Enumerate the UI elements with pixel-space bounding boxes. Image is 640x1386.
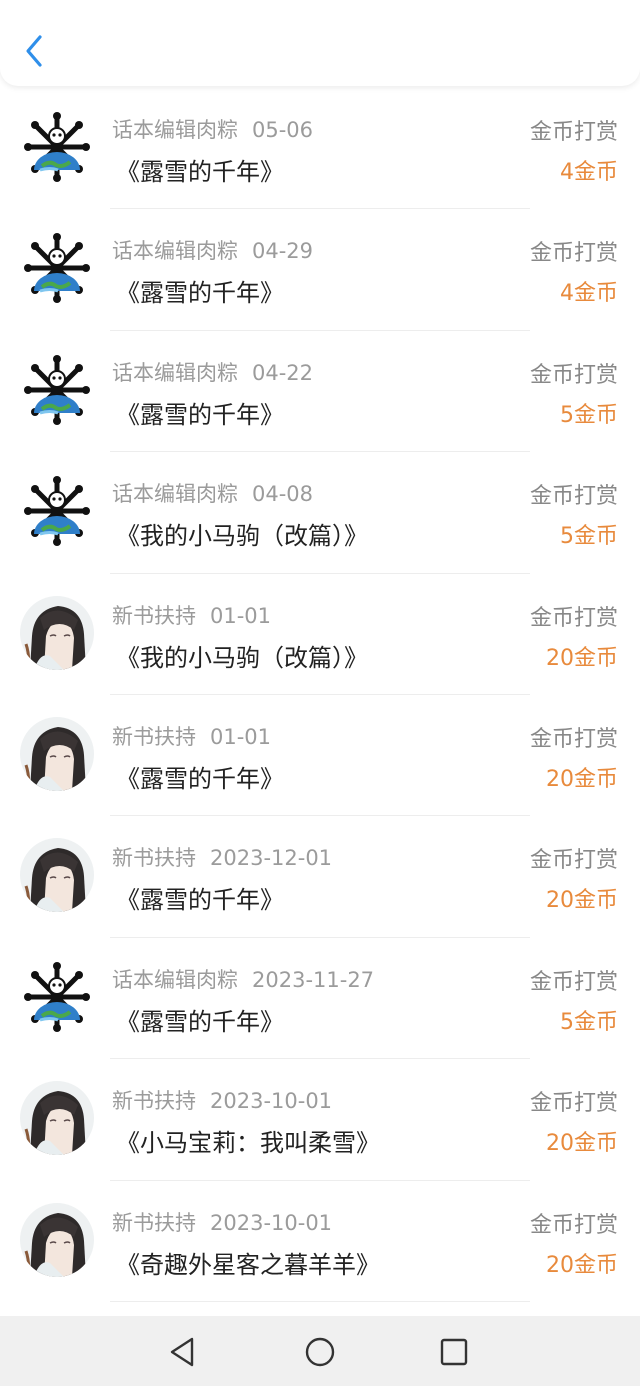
list-item[interactable]: 话本编辑肉粽 04-08 《我的小马驹（改篇）》 金币打赏 5金币 (0, 452, 640, 574)
sender-name: 新书扶持 (112, 724, 196, 749)
book-title: 《露雪的千年》 (116, 279, 284, 308)
list-item[interactable]: 话本编辑肉粽 2023-11-27 《露雪的千年》 金币打赏 5金币 (0, 938, 640, 1060)
divider (110, 1300, 530, 1302)
reward-amount: 5金币 (560, 524, 618, 550)
reward-date: 04-08 (252, 482, 314, 507)
reward-meta: 话本编辑肉粽 04-08 (112, 478, 313, 508)
reward-date: 2023-11-27 (252, 967, 375, 992)
back-button[interactable] (14, 28, 54, 74)
list-item[interactable]: 新书扶持 2023-10-01 《奇趣外星客之暮羊羊》 金币打赏 20金币 (0, 1181, 640, 1302)
reward-meta: 新书扶持 2023-10-01 (112, 1085, 332, 1115)
reward-type: 金币打赏 (529, 484, 618, 510)
reward-history-page: 话本编辑肉粽 05-06 《露雪的千年》 金币打赏 4金币 话本编辑肉粽 04-29… (0, 0, 640, 1386)
reward-amount: 20金币 (546, 645, 618, 671)
reward-amount: 5金币 (560, 402, 618, 428)
list-item[interactable]: 新书扶持 2023-10-01 《小马宝莉：我叫柔雪》 金币打赏 20金币 (0, 1059, 640, 1181)
anime-portrait-avatar (20, 838, 94, 913)
anime-portrait-avatar (20, 595, 94, 670)
reward-meta: 话本编辑肉粽 2023-11-27 (112, 964, 374, 994)
system-recents-button[interactable] (436, 1334, 472, 1370)
reward-meta: 新书扶持 01-01 (112, 721, 271, 751)
system-home-button[interactable] (302, 1334, 338, 1370)
skull-globe-avatar (20, 474, 94, 549)
reward-amount: 4金币 (560, 281, 618, 307)
anime-portrait-avatar (20, 1081, 94, 1156)
reward-date: 04-29 (252, 239, 314, 264)
reward-date: 2023-12-01 (210, 846, 333, 871)
reward-type: 金币打赏 (529, 120, 618, 145)
sender-name: 话本编辑肉粽 (112, 967, 238, 992)
reward-amount: 20金币 (546, 888, 618, 914)
list-item[interactable]: 新书扶持 2023-12-01 《露雪的千年》 金币打赏 20金币 (0, 816, 640, 938)
book-title: 《我的小马驹（改篇）》 (116, 643, 368, 672)
reward-type: 金币打赏 (529, 1091, 618, 1117)
system-back-button[interactable] (164, 1334, 200, 1370)
book-title: 《我的小马驹（改篇）》 (116, 522, 368, 551)
skull-globe-avatar (20, 352, 94, 427)
reward-type: 金币打赏 (529, 605, 618, 631)
book-title: 《露雪的千年》 (116, 764, 284, 793)
sender-name: 新书扶持 (112, 1210, 196, 1235)
reward-amount: 20金币 (546, 1252, 618, 1278)
reward-type: 金币打赏 (529, 969, 618, 995)
reward-amount: 4金币 (560, 160, 618, 185)
sender-name: 新书扶持 (112, 1089, 196, 1114)
list-item[interactable]: 话本编辑肉粽 05-06 《露雪的千年》 金币打赏 4金币 (0, 88, 640, 210)
sender-name: 话本编辑肉粽 (112, 360, 238, 385)
reward-meta: 话本编辑肉粽 04-22 (112, 357, 313, 387)
book-title: 《露雪的千年》 (116, 1007, 284, 1036)
reward-meta: 新书扶持 2023-10-01 (112, 1207, 332, 1237)
sender-name: 话本编辑肉粽 (112, 239, 238, 264)
reward-type: 金币打赏 (529, 362, 618, 388)
reward-type: 金币打赏 (529, 848, 618, 874)
book-title: 《露雪的千年》 (116, 158, 284, 186)
reward-type: 金币打赏 (529, 1212, 618, 1238)
triangle-back-icon (170, 1337, 194, 1367)
sender-name: 话本编辑肉粽 (112, 482, 238, 507)
reward-date: 04-22 (252, 360, 314, 385)
book-title: 《小马宝莉：我叫柔雪》 (116, 1129, 380, 1158)
book-title: 《奇趣外星客之暮羊羊》 (116, 1250, 380, 1279)
reward-list: 话本编辑肉粽 05-06 《露雪的千年》 金币打赏 4金币 话本编辑肉粽 04-29… (0, 88, 640, 1302)
reward-meta: 新书扶持 01-01 (112, 600, 271, 630)
sender-name: 新书扶持 (112, 846, 196, 871)
reward-meta: 话本编辑肉粽 05-06 (112, 114, 313, 144)
skull-globe-avatar (20, 231, 94, 306)
anime-portrait-avatar (20, 716, 94, 791)
book-title: 《露雪的千年》 (116, 400, 284, 429)
book-title: 《露雪的千年》 (116, 886, 284, 915)
reward-date: 2023-10-01 (210, 1089, 333, 1114)
reward-amount: 5金币 (560, 1009, 618, 1035)
reward-date: 01-01 (210, 603, 272, 628)
circle-home-icon (305, 1337, 335, 1367)
chevron-left-icon (26, 35, 42, 67)
system-navigation-bar (0, 1316, 640, 1386)
reward-meta: 话本编辑肉粽 04-29 (112, 235, 313, 265)
reward-date: 05-06 (252, 118, 314, 142)
square-recents-icon (440, 1338, 468, 1366)
skull-globe-avatar (20, 110, 94, 184)
reward-type: 金币打赏 (529, 241, 618, 267)
skull-globe-avatar (20, 959, 94, 1034)
anime-portrait-avatar (20, 1202, 94, 1277)
reward-date: 01-01 (210, 724, 272, 749)
reward-date: 2023-10-01 (210, 1210, 333, 1235)
reward-meta: 新书扶持 2023-12-01 (112, 842, 332, 872)
reward-type: 金币打赏 (529, 726, 618, 752)
list-item[interactable]: 新书扶持 01-01 《露雪的千年》 金币打赏 20金币 (0, 695, 640, 817)
sender-name: 新书扶持 (112, 603, 196, 628)
top-app-bar (0, 0, 640, 86)
reward-amount: 20金币 (546, 1131, 618, 1157)
sender-name: 话本编辑肉粽 (112, 118, 238, 142)
list-item[interactable]: 话本编辑肉粽 04-22 《露雪的千年》 金币打赏 5金币 (0, 331, 640, 453)
list-item[interactable]: 话本编辑肉粽 04-29 《露雪的千年》 金币打赏 4金币 (0, 209, 640, 331)
list-item[interactable]: 新书扶持 01-01 《我的小马驹（改篇）》 金币打赏 20金币 (0, 574, 640, 695)
reward-amount: 20金币 (546, 766, 618, 792)
